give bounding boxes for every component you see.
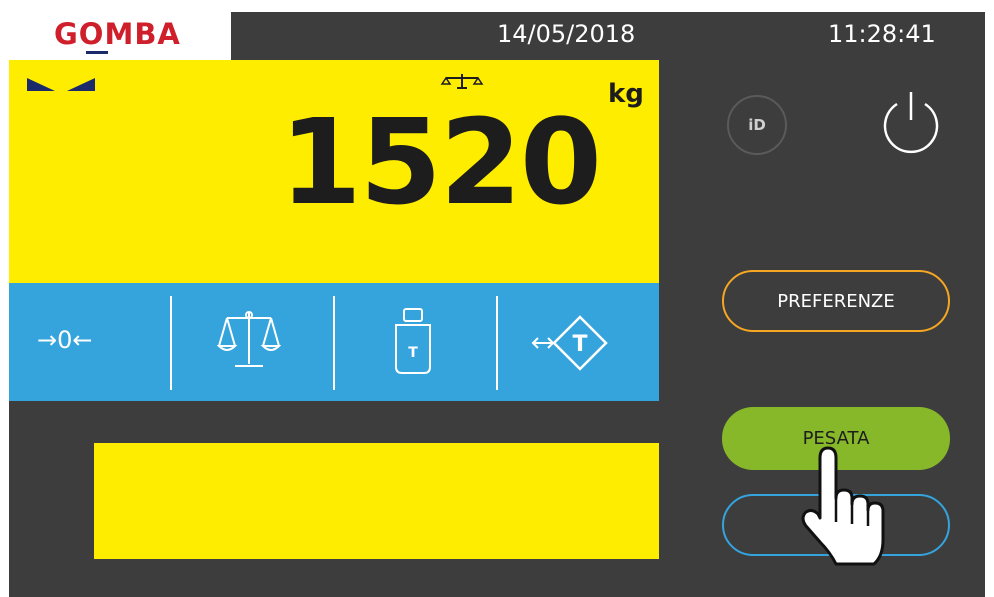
power-icon[interactable]: [878, 88, 944, 154]
svg-text:T: T: [408, 345, 418, 361]
preset-tare-icon: T: [531, 315, 608, 371]
pointing-hand-cursor-icon: [801, 446, 885, 566]
brand-logo: GOMBA: [54, 17, 181, 51]
balance-icon: [217, 311, 281, 367]
zero-center-icon: [27, 78, 95, 91]
date-display: 14/05/2018: [497, 20, 636, 48]
zero-label: →0←: [37, 326, 93, 354]
weight-tare-icon: T: [395, 308, 431, 374]
logo-underline: [86, 51, 108, 54]
weight-unit: kg: [608, 79, 644, 109]
preferences-label: PREFERENZE: [777, 290, 895, 312]
stable-balance-icon: [440, 74, 484, 89]
time-display: 11:28:41: [828, 20, 936, 48]
weight-value: 1520: [279, 93, 602, 231]
message-field: [94, 443, 659, 559]
svg-text:T: T: [572, 332, 587, 357]
id-button[interactable]: iD: [727, 95, 787, 155]
preferences-button[interactable]: PREFERENZE: [722, 270, 950, 332]
